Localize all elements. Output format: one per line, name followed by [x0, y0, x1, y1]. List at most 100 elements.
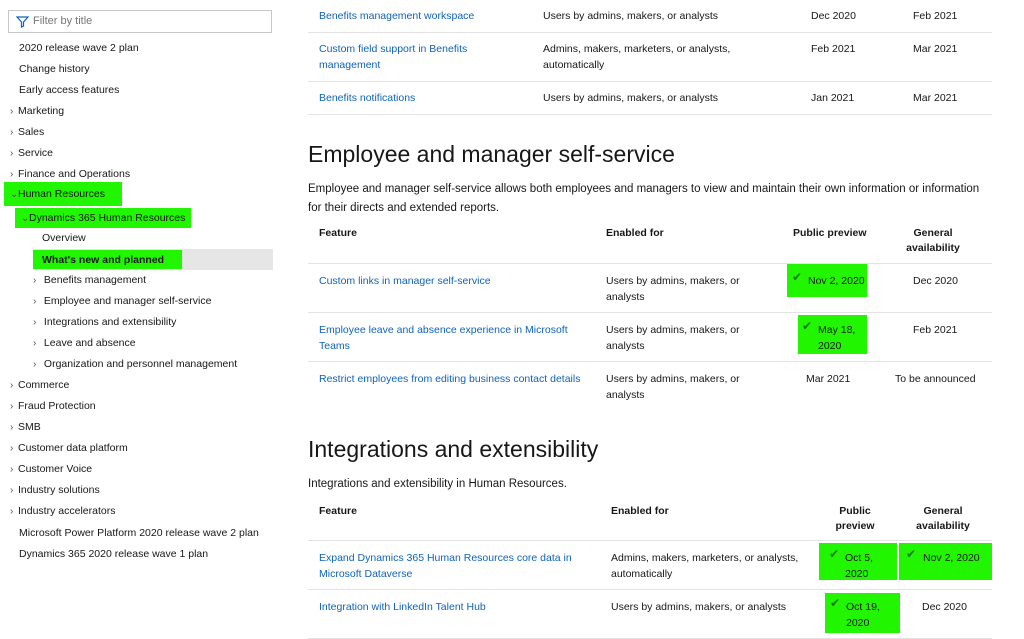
sidebar-item-marketing[interactable]: › Marketing — [10, 103, 64, 119]
sidebar-item-customer-data-platform[interactable]: › Customer data platform — [10, 440, 128, 456]
col-header-enabled: Enabled for — [606, 227, 664, 239]
col-header-preview-cont: preview — [835, 520, 875, 532]
section-description-cont: for their directs and extended reports. — [308, 202, 500, 214]
sidebar-item-label: Leave and absence — [43, 337, 136, 349]
col-header-ga-cont: availability — [906, 242, 960, 254]
feature-link[interactable]: Benefits management workspace — [319, 8, 474, 24]
general-availability: Mar 2021 — [913, 92, 958, 104]
sidebar-item-label: Microsoft Power Platform 2020 release wa… — [19, 527, 259, 539]
feature-link[interactable]: Custom links in manager self-service — [319, 273, 491, 289]
sidebar-item-label: Finance and Operations — [18, 168, 131, 180]
public-preview: Jan 2021 — [811, 92, 855, 104]
sidebar-item-label: Service — [18, 147, 54, 159]
public-preview: Oct 5, — [845, 552, 874, 564]
col-header-ga-cont: availability — [916, 520, 970, 532]
filter-icon — [16, 16, 29, 28]
sidebar-item-sales[interactable]: › Sales — [10, 124, 44, 140]
feature-link[interactable]: Benefits notifications — [319, 90, 415, 106]
chevron-right-icon: › — [10, 485, 14, 496]
enabled-for: Users by admins, makers, or analysts — [611, 601, 787, 613]
col-header-preview: Public preview — [793, 227, 867, 239]
general-availability: Dec 2020 — [922, 601, 967, 613]
sidebar-item-label: Customer Voice — [18, 463, 93, 475]
sidebar-item-label: Overview — [42, 232, 86, 244]
sidebar-item-label: Dynamics 365 Human Resources — [29, 212, 186, 224]
chevron-right-icon: › — [33, 359, 37, 370]
chevron-right-icon: › — [10, 148, 14, 159]
col-header-feature: Feature — [319, 227, 357, 239]
sidebar-item-label: Dynamics 365 2020 release wave 1 plan — [19, 548, 209, 560]
table-header-row: Feature Enabled for Public preview Gener… — [308, 222, 992, 264]
sidebar-item-early-access[interactable]: Early access features — [19, 82, 119, 98]
main-content: Benefits management workspace Users by a… — [308, 0, 992, 639]
sidebar-item-release-wave-1[interactable]: Dynamics 365 2020 release wave 1 plan — [19, 546, 208, 562]
sidebar-item-industry-accelerators[interactable]: › Industry accelerators — [10, 503, 115, 519]
sidebar-item-overview[interactable]: Overview — [42, 230, 86, 246]
table-row: Benefits notifications Users by admins, … — [308, 82, 992, 115]
sidebar-item-label: Customer data platform — [18, 442, 128, 454]
public-preview: Oct 19, — [846, 601, 880, 613]
sidebar-item-smb[interactable]: › SMB — [10, 419, 41, 435]
sidebar-item-integrations[interactable]: › Integrations and extensibility — [33, 314, 176, 330]
chevron-right-icon: › — [10, 169, 14, 180]
sidebar-item-service[interactable]: › Service — [10, 145, 53, 161]
section-description: Integrations and extensibility in Human … — [308, 478, 567, 490]
feature-link[interactable]: Expand Dynamics 365 Human Resources core… — [319, 550, 572, 566]
chevron-right-icon: › — [10, 380, 14, 391]
general-availability: Dec 2020 — [913, 275, 958, 287]
table-header-row: Feature Enabled for Public preview Gener… — [308, 500, 992, 541]
sidebar-item-commerce[interactable]: › Commerce — [10, 377, 69, 393]
enabled-for: Users by admins, makers, or — [606, 324, 740, 336]
sidebar-item-label: Early access features — [19, 84, 120, 96]
sidebar-item-industry-solutions[interactable]: › Industry solutions — [10, 482, 100, 498]
chevron-down-icon: ⌄ — [21, 213, 30, 224]
table-row: Employee leave and absence experience in… — [308, 313, 992, 362]
enabled-for: Admins, makers, marketers, or analysts, — [543, 43, 731, 55]
sidebar-item-organization-personnel[interactable]: › Organization and personnel management — [33, 356, 237, 372]
feature-link-cont[interactable]: management — [319, 57, 380, 73]
table-row: Expand Dynamics 365 Human Resources core… — [308, 541, 992, 590]
sidebar-toc: Filter by title 2020 release wave 2 plan… — [0, 0, 290, 639]
enabled-for: Users by admins, makers, or analysts — [543, 10, 719, 22]
sidebar-item-label: Integrations and extensibility — [43, 316, 177, 328]
enabled-for-cont: analysts — [606, 291, 645, 303]
section-description: Employee and manager self-service allows… — [308, 183, 980, 195]
sidebar-item-finance-operations[interactable]: › Finance and Operations — [10, 166, 130, 182]
feature-link[interactable]: Restrict employees from editing business… — [319, 371, 580, 387]
table-row: Benefits management workspace Users by a… — [308, 0, 992, 33]
sidebar-item-customer-voice[interactable]: › Customer Voice — [10, 461, 92, 477]
public-preview: Nov 2, 2020 — [808, 275, 865, 287]
feature-link[interactable]: Employee leave and absence experience in… — [319, 322, 568, 338]
public-preview-cont: 2020 — [846, 617, 870, 629]
sidebar-item-fraud-protection[interactable]: › Fraud Protection — [10, 398, 96, 414]
sidebar-item-release-wave-2[interactable]: 2020 release wave 2 plan — [19, 40, 139, 56]
sidebar-item-power-platform[interactable]: Microsoft Power Platform 2020 release wa… — [19, 525, 259, 541]
sidebar-item-dynamics-365-hr[interactable]: ⌄Dynamics 365 Human Resources — [15, 208, 191, 228]
sidebar-item-human-resources[interactable]: ⌄Human Resources — [4, 182, 122, 206]
sidebar-item-benefits-management[interactable]: › Benefits management — [33, 272, 146, 288]
sidebar-item-label: Marketing — [18, 105, 65, 117]
col-header-ga: General — [913, 227, 953, 239]
filter-input[interactable]: Filter by title — [8, 10, 272, 33]
sidebar-item-self-service[interactable]: › Employee and manager self-service — [33, 293, 211, 309]
chevron-right-icon: › — [10, 106, 14, 117]
sidebar-item-label: Organization and personnel management — [43, 358, 238, 370]
feature-link[interactable]: Custom field support in Benefits — [319, 41, 467, 57]
enabled-for: Users by admins, makers, or — [606, 373, 740, 385]
col-header-preview: Public — [839, 505, 871, 517]
public-preview: Dec 2020 — [811, 10, 856, 22]
table-row: Integration with LinkedIn Talent Hub Use… — [308, 590, 992, 639]
general-availability: Nov 2, 2020 — [923, 552, 980, 564]
sidebar-item-change-history[interactable]: Change history — [19, 61, 90, 77]
feature-link-cont[interactable]: Teams — [319, 338, 350, 354]
enabled-for: Users by admins, makers, or analysts — [543, 92, 719, 104]
feature-link[interactable]: Integration with LinkedIn Talent Hub — [319, 599, 486, 615]
public-preview-cont: 2020 — [845, 568, 869, 580]
sidebar-item-whats-new[interactable]: What's new and planned — [33, 250, 182, 269]
check-icon: ✔ — [830, 596, 841, 610]
feature-link-cont[interactable]: Microsoft Dataverse — [319, 566, 412, 582]
chevron-right-icon: › — [10, 422, 14, 433]
sidebar-item-label: Commerce — [18, 379, 70, 391]
enabled-for-cont: automatically — [543, 59, 605, 71]
sidebar-item-leave-absence[interactable]: › Leave and absence — [33, 335, 136, 351]
